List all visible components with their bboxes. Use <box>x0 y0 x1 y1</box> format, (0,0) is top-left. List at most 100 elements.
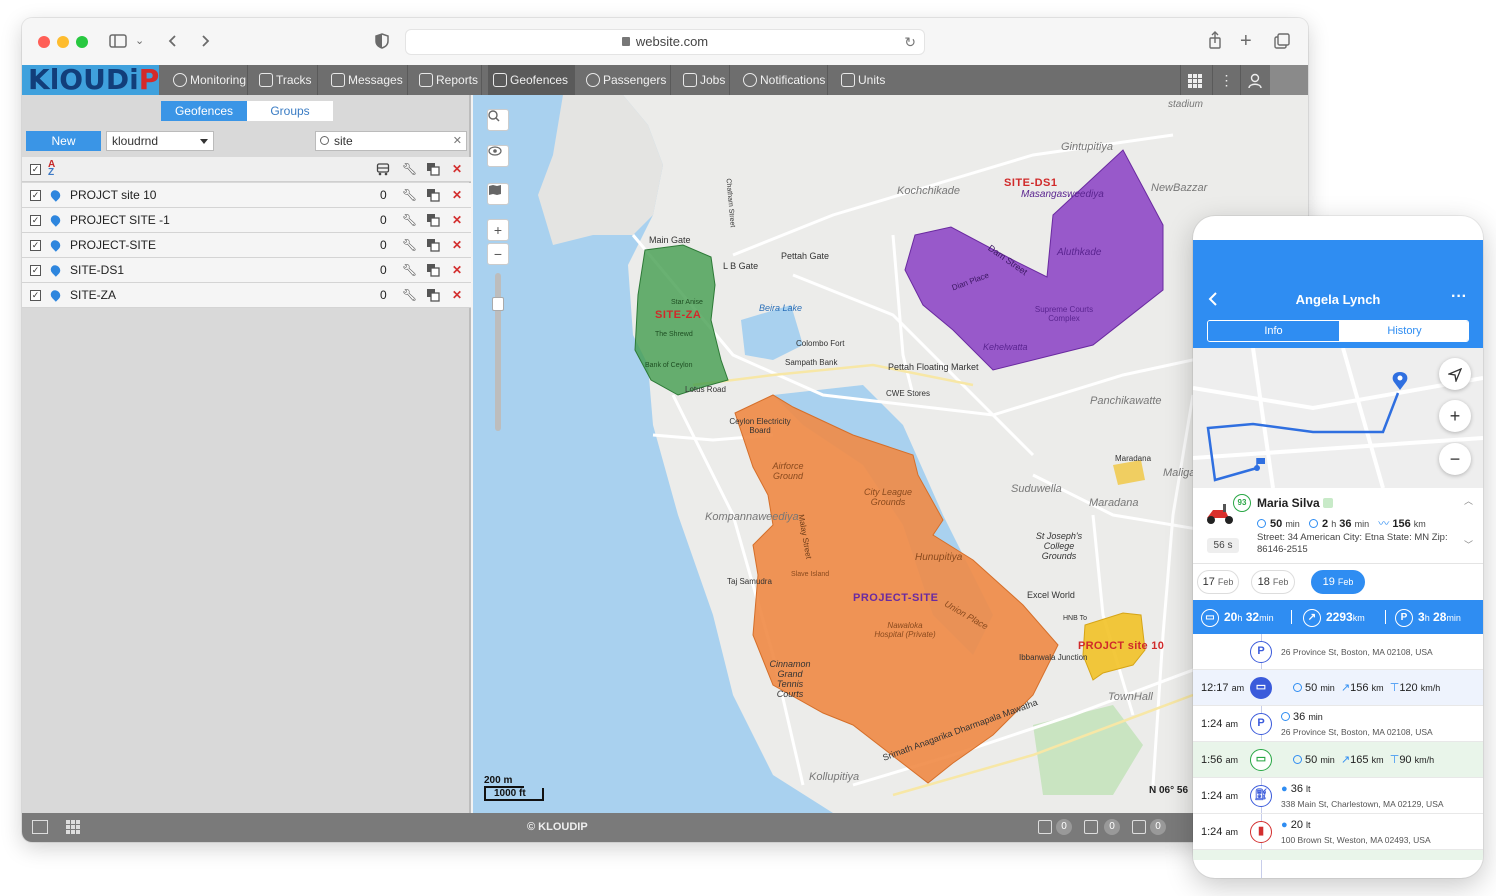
eye-icon[interactable] <box>487 145 509 167</box>
maximize-window-button[interactable] <box>76 36 88 48</box>
parking-icon: P <box>1395 608 1413 627</box>
geofence-row[interactable]: ✓ SITE-ZA 0 🔧︎ ✕ <box>22 283 471 308</box>
search-value: site <box>334 134 353 148</box>
tab-groups[interactable]: Groups <box>247 101 333 121</box>
geofence-row[interactable]: ✓ PROJECT-SITE 0 🔧︎ ✕ <box>22 233 471 258</box>
nav-monitoring[interactable]: Monitoring <box>168 65 248 95</box>
timeline-item[interactable]: 1:56 am ▭ 50 min ↗165 km ⊤90 km/h <box>1193 742 1483 778</box>
nav-passengers[interactable]: Passengers <box>581 65 671 95</box>
wrench-icon[interactable]: 🔧︎ <box>402 213 417 227</box>
new-tab-icon[interactable]: + <box>1240 30 1252 52</box>
events-icon[interactable] <box>1038 820 1052 834</box>
wrench-icon[interactable]: 🔧︎ <box>402 188 417 202</box>
reload-icon[interactable]: ↻ <box>904 30 916 54</box>
address-bar[interactable]: website.com ↻ <box>405 29 925 55</box>
zoom-out-button[interactable]: − <box>487 243 509 265</box>
delete-icon[interactable]: ✕ <box>450 213 464 227</box>
tabs-overview-icon[interactable] <box>1273 30 1291 52</box>
nav-notifications[interactable]: Notifications <box>738 65 828 95</box>
geofence-name: SITE-DS1 <box>70 263 125 277</box>
account-select[interactable]: kloudrnd <box>106 131 214 151</box>
date-chip-selected[interactable]: 19 Feb <box>1311 570 1365 594</box>
nav-tracks[interactable]: Tracks <box>254 65 318 95</box>
zoom-slider-handle[interactable] <box>492 297 504 311</box>
zoom-out-button[interactable]: − <box>1439 443 1471 475</box>
share-icon[interactable] <box>1207 30 1223 52</box>
select-all-checkbox[interactable]: ✓ <box>30 164 41 175</box>
shield-icon[interactable] <box>374 30 390 52</box>
geofence-row[interactable]: ✓ PROJCT site 10 0 🔧︎ ✕ <box>22 183 471 208</box>
back-icon[interactable] <box>166 30 180 52</box>
chevron-down-icon[interactable]: ﹀ <box>1464 538 1473 551</box>
nav-geofences[interactable]: Geofences <box>488 65 575 95</box>
timeline-item[interactable]: 12:17 am ▭ 50 min ↗156 km ⊤120 km/h <box>1193 670 1483 706</box>
date-chip[interactable]: 17 Feb <box>1197 570 1239 594</box>
row-checkbox[interactable]: ✓ <box>30 240 41 251</box>
locate-icon[interactable] <box>1439 358 1471 390</box>
copy-icon[interactable] <box>426 188 440 202</box>
forward-icon[interactable] <box>198 30 212 52</box>
geofence-row[interactable]: ✓ PROJECT SITE -1 0 🔧︎ ✕ <box>22 208 471 233</box>
delete-icon[interactable]: ✕ <box>450 288 464 302</box>
panel-toggle-icon[interactable] <box>32 820 48 834</box>
timeline-item[interactable]: P 26 Province St, Boston, MA 02108, USA <box>1193 634 1483 670</box>
nav-units[interactable]: Units <box>836 65 896 95</box>
wrench-icon[interactable]: 🔧︎ <box>402 288 417 302</box>
timeline-item[interactable]: 1:24 am ▮ ● 20 lt 100 Brown St, Weston, … <box>1193 814 1483 850</box>
delete-icon[interactable]: ✕ <box>450 162 464 176</box>
map-layers-icon[interactable] <box>487 183 509 205</box>
row-checkbox[interactable]: ✓ <box>30 265 41 276</box>
tab-geofences[interactable]: Geofences <box>161 101 247 121</box>
more-options-icon[interactable]: ··· <box>1451 288 1467 306</box>
copy-icon[interactable] <box>426 213 440 227</box>
sidebar-toggle-icon[interactable] <box>108 30 128 52</box>
clear-search-icon[interactable]: ✕ <box>453 132 462 150</box>
row-checkbox[interactable]: ✓ <box>30 290 41 301</box>
geofence-label-project: PROJECT-SITE <box>853 592 939 604</box>
messages-status-icon[interactable] <box>1084 820 1098 834</box>
delete-icon[interactable]: ✕ <box>450 263 464 277</box>
nav-jobs[interactable]: Jobs <box>678 65 730 95</box>
nav-label: Monitoring <box>190 73 247 87</box>
row-checkbox[interactable]: ✓ <box>30 190 41 201</box>
mobile-map[interactable]: + − <box>1193 348 1483 488</box>
sort-az-icon[interactable]: AZ <box>48 160 55 178</box>
close-window-button[interactable] <box>38 36 50 48</box>
copy-icon[interactable] <box>426 238 440 252</box>
geofence-row[interactable]: ✓ SITE-DS1 0 🔧︎ ✕ <box>22 258 471 283</box>
bus-icon[interactable] <box>376 162 390 176</box>
copy-icon[interactable] <box>426 288 440 302</box>
delete-icon[interactable]: ✕ <box>450 188 464 202</box>
delete-icon[interactable]: ✕ <box>450 238 464 252</box>
zoom-in-button[interactable]: + <box>487 219 509 241</box>
geofence-search-input[interactable]: site ✕ <box>315 131 467 151</box>
map-search-button[interactable] <box>487 109 509 131</box>
tab-history[interactable]: History <box>1339 321 1468 341</box>
driver-card[interactable]: 93 Maria Silva 50 min 2 h 36 min 〰 156 k… <box>1193 488 1483 564</box>
apps-grid-icon[interactable] <box>66 820 80 839</box>
grid-icon[interactable] <box>1180 65 1208 95</box>
map-view[interactable]: SITE-ZA SITE-DS1 PROJECT-SITE PROJCT sit… <box>473 95 1308 813</box>
date-chip[interactable]: 18 Feb <box>1251 570 1295 594</box>
copy-icon[interactable] <box>426 162 440 176</box>
more-icon[interactable]: ⋮ <box>1212 65 1240 95</box>
wrench-icon[interactable]: 🔧︎ <box>402 162 417 176</box>
minimize-window-button[interactable] <box>57 36 69 48</box>
timeline-item[interactable]: 1:24 am ⛽︎ ● 36 lt 338 Main St, Charlest… <box>1193 778 1483 814</box>
copy-icon[interactable] <box>426 263 440 277</box>
map-canvas[interactable] <box>473 95 1308 813</box>
tab-info[interactable]: Info <box>1208 321 1339 341</box>
wrench-icon[interactable]: 🔧︎ <box>402 238 417 252</box>
nav-reports[interactable]: Reports <box>414 65 482 95</box>
row-checkbox[interactable]: ✓ <box>30 215 41 226</box>
chevron-up-icon[interactable]: ︿ <box>1464 494 1473 507</box>
new-geofence-button[interactable]: New <box>26 131 101 151</box>
photos-icon[interactable] <box>1132 820 1146 834</box>
wrench-icon[interactable]: 🔧︎ <box>402 263 417 277</box>
zoom-in-button[interactable]: + <box>1439 400 1471 432</box>
timeline-item[interactable]: 1:24 am P 36 min 26 Province St, Boston,… <box>1193 706 1483 742</box>
chevron-down-icon[interactable]: ⌄ <box>135 30 144 52</box>
nav-messages[interactable]: Messages <box>326 65 408 95</box>
user-icon[interactable] <box>1240 65 1268 95</box>
kloudip-logo[interactable]: KlOUDiP <box>22 65 159 95</box>
